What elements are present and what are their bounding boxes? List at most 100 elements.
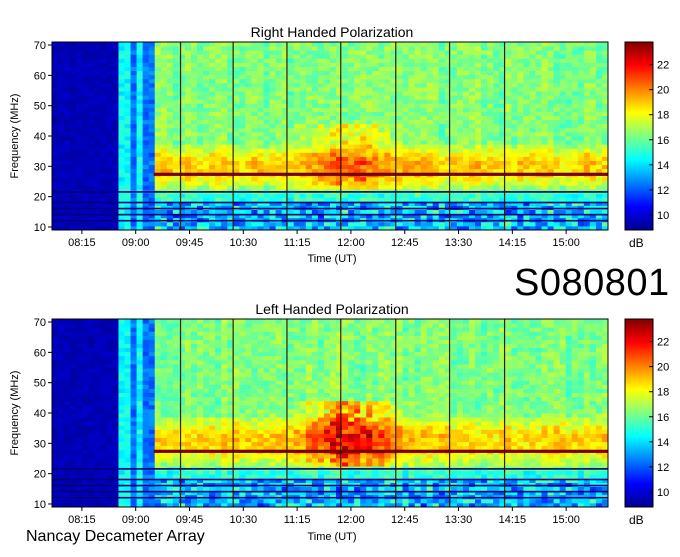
- spectrogram-cell: [378, 42, 384, 47]
- spectrogram-cell: [88, 222, 94, 227]
- spectrogram-cell: [481, 67, 487, 72]
- spectrogram-cell: [378, 124, 384, 129]
- spectrogram-cell: [566, 120, 572, 125]
- spectrogram-cell: [354, 210, 360, 215]
- spectrogram-cell: [360, 165, 366, 170]
- spectrogram-cell: [52, 368, 58, 373]
- spectrogram-cell: [173, 222, 179, 227]
- spectrogram-cell: [511, 116, 517, 121]
- spectrogram-cell: [215, 181, 221, 186]
- spectrogram-cell: [457, 193, 463, 198]
- spectrogram-cell: [433, 91, 439, 96]
- spectrogram-cell: [215, 99, 221, 104]
- spectrogram-cell: [137, 368, 143, 373]
- spectrogram-cell: [161, 71, 167, 76]
- spectrogram-cell: [336, 99, 342, 104]
- spectrogram-cell: [421, 161, 427, 166]
- spectrogram-cell: [409, 42, 415, 47]
- spectrogram-cell: [548, 83, 554, 88]
- spectrogram-cell: [475, 46, 481, 51]
- spectrogram-cell: [602, 152, 608, 157]
- spectrogram-cell: [288, 197, 294, 202]
- spectrogram-cell: [590, 50, 596, 55]
- spectrogram-cell: [270, 71, 276, 76]
- spectrogram-cell: [209, 95, 215, 100]
- spectrogram-cell: [505, 136, 511, 141]
- spectrogram-cell: [137, 458, 143, 463]
- spectrogram-cell: [366, 75, 372, 80]
- spectrogram-cell: [542, 128, 548, 133]
- spectrogram-cell: [548, 177, 554, 182]
- spectrogram-cell: [475, 79, 481, 84]
- spectrogram-cell: [221, 185, 227, 190]
- spectrogram-cell: [523, 116, 529, 121]
- spectrogram-cell: [475, 181, 481, 186]
- spectrogram-cell: [209, 222, 215, 227]
- spectrogram-cell: [590, 136, 596, 141]
- spectrogram-cell: [257, 75, 263, 80]
- spectrogram-cell: [251, 197, 257, 202]
- spectrogram-cell: [125, 372, 131, 377]
- spectrogram-cell: [384, 91, 390, 96]
- spectrogram-cell: [378, 95, 384, 100]
- spectrogram-cell: [125, 193, 131, 198]
- y-tick-label: 40: [34, 131, 46, 143]
- spectrogram-cell: [155, 71, 161, 76]
- spectrogram-cell: [602, 107, 608, 112]
- spectrogram-cell: [596, 132, 602, 137]
- spectrogram-cell: [294, 185, 300, 190]
- spectrogram-cell: [106, 177, 112, 182]
- spectrogram-cell: [602, 136, 608, 141]
- spectrogram-cell: [517, 152, 523, 157]
- spectrogram-cell: [100, 331, 106, 336]
- spectrogram-cell: [197, 71, 203, 76]
- spectrogram-cell: [203, 136, 209, 141]
- spectrogram-cell: [112, 393, 118, 398]
- spectrogram-cell: [179, 42, 185, 47]
- spectrogram-cell: [493, 132, 499, 137]
- spectrogram-cell: [384, 62, 390, 67]
- spectrogram-cell: [523, 67, 529, 72]
- spectrogram-cell: [179, 181, 185, 186]
- spectrogram-cell: [596, 177, 602, 182]
- spectrogram-cell: [542, 107, 548, 112]
- spectrogram-cell: [209, 67, 215, 72]
- spectrogram-cell: [457, 181, 463, 186]
- spectrogram-cell: [481, 161, 487, 166]
- spectrogram-cell: [378, 222, 384, 227]
- spectrogram-cell: [602, 181, 608, 186]
- spectrogram-cell: [288, 67, 294, 72]
- spectrogram-cell: [584, 71, 590, 76]
- spectrogram-cell: [475, 148, 481, 153]
- spectrogram-cell: [475, 95, 481, 100]
- spectrogram-cell: [203, 95, 209, 100]
- spectrogram-cell: [70, 79, 76, 84]
- spectrogram-cell: [451, 79, 457, 84]
- spectrogram-cell: [149, 156, 155, 161]
- spectrogram-cell: [366, 140, 372, 145]
- spectrogram-cell: [82, 409, 88, 414]
- spectrogram-cell: [336, 197, 342, 202]
- spectrogram-cell: [560, 46, 566, 51]
- spectrogram-cell: [52, 356, 58, 361]
- spectrogram-cell: [155, 79, 161, 84]
- spectrogram-cell: [106, 124, 112, 129]
- spectrogram-cell: [125, 413, 131, 418]
- spectrogram-cell: [161, 95, 167, 100]
- spectrogram-cell: [294, 128, 300, 133]
- spectrogram-cell: [505, 148, 511, 153]
- spectrogram-cell: [596, 62, 602, 67]
- spectrogram-cell: [106, 393, 112, 398]
- spectrogram-cell: [288, 42, 294, 47]
- spectrogram-cell: [100, 107, 106, 112]
- spectrogram-cell: [52, 222, 58, 227]
- spectrogram-cell: [451, 99, 457, 104]
- spectrogram-cell: [427, 152, 433, 157]
- spectrogram-cell: [566, 152, 572, 157]
- spectrogram-cell: [276, 177, 282, 182]
- spectrogram-cell: [409, 136, 415, 141]
- spectrogram-cell: [384, 136, 390, 141]
- spectrogram-cell: [312, 91, 318, 96]
- spectrogram-cell: [409, 91, 415, 96]
- spectrogram-cell: [155, 136, 161, 141]
